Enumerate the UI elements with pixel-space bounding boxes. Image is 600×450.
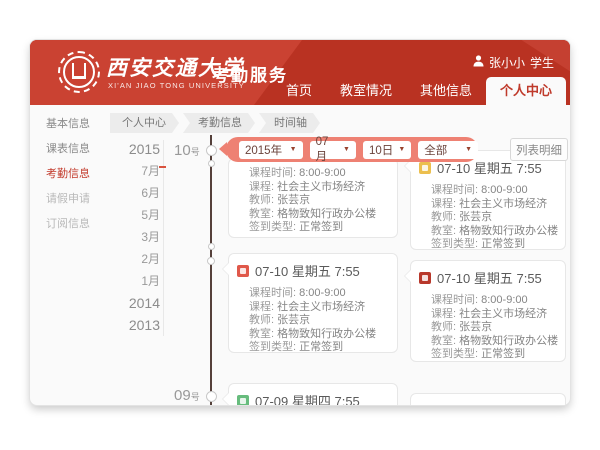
nav-personal-center[interactable]: 个人中心 [486,77,566,105]
day-marker-09: 09号 [174,387,208,405]
attendance-card[interactable] [410,393,566,405]
attendance-card[interactable]: 07-10 星期五 7:55 课程时间: 8:00-9:00 课程: 社会主义市… [228,253,398,353]
timeline-axis [210,135,212,405]
attendance-card[interactable]: 07-10 星期五 7:55 课程时间: 8:00-9:00 课程: 社会主义市… [410,260,566,362]
sidebar-item-leave-request[interactable]: 请假申请 [46,187,122,212]
sidebar-item-subscription[interactable]: 订阅信息 [46,212,122,237]
user-name: 张小小 [489,54,525,71]
year-dropdown[interactable]: 2015年▼ [239,141,303,159]
breadcrumb-attendance[interactable]: 考勤信息 [183,113,255,133]
person-icon [473,55,484,70]
chevron-down-icon: ▼ [343,146,350,153]
sidebar-item-schedule[interactable]: 课表信息 [46,137,122,162]
breadcrumb-personal-center[interactable]: 个人中心 [110,113,179,133]
timeline-nav-may[interactable]: 5月 [114,204,160,226]
nav-home[interactable]: 首页 [272,77,326,105]
day-dropdown[interactable]: 10日▼ [363,141,411,159]
timeline-dot [206,145,217,156]
day-marker-10: 10号 [174,142,208,160]
timeline-dot [207,257,215,265]
timeline-nav-feb[interactable]: 2月 [114,248,160,270]
status-stamp-icon [419,162,431,174]
nav-classrooms[interactable]: 教室情况 [326,77,406,105]
attendance-card[interactable]: 07-10 星期五 7:55 课程时间: 8:00-9:00 课程: 社会主义市… [410,150,566,250]
university-logo-icon [58,51,100,93]
month-dropdown[interactable]: 07月▼ [310,141,356,159]
current-month-tick [159,166,166,168]
timeline-nav-jan[interactable]: 1月 [114,270,160,292]
app-header: 西安交通大学 XI'AN JIAO TONG UNIVERSITY 考勤服务 张… [30,40,570,105]
timeline-nav-2013[interactable]: 2013 [114,314,160,336]
timeline-nav-jun[interactable]: 6月 [114,182,160,204]
user-info[interactable]: 张小小 学生 [473,54,554,71]
app-window: 西安交通大学 XI'AN JIAO TONG UNIVERSITY 考勤服务 张… [30,40,570,405]
main-nav: 首页 教室情况 其他信息 个人中心 [272,77,566,105]
status-stamp-icon [237,265,249,277]
breadcrumb-timeline[interactable]: 时间轴 [259,113,320,133]
chevron-down-icon: ▼ [398,146,405,153]
timeline-dot [206,391,217,402]
screen: 西安交通大学 XI'AN JIAO TONG UNIVERSITY 考勤服务 张… [0,0,600,450]
nav-other-info[interactable]: 其他信息 [406,77,486,105]
breadcrumb: 个人中心 考勤信息 时间轴 [110,113,324,133]
type-dropdown[interactable]: 全部▼ [418,141,478,159]
user-role: 学生 [530,54,554,71]
chevron-down-icon: ▼ [290,146,297,153]
timeline-nav-track [163,140,164,336]
card-title: 07-10 星期五 7:55 [437,268,542,287]
chevron-down-icon: ▼ [465,146,472,153]
status-stamp-icon [419,272,431,284]
list-detail-button[interactable]: 列表明细 [510,138,568,161]
status-stamp-icon [237,395,249,406]
timeline-nav-2015[interactable]: 2015 [114,138,160,160]
card-title: 07-10 星期五 7:55 [255,261,360,280]
timeline-nav-jul[interactable]: 7月 [114,160,160,182]
timeline-nav-2014[interactable]: 2014 [114,292,160,314]
attendance-card[interactable]: 课程时间: 8:00-9:00 课程: 社会主义市场经济 教师: 张芸京 教室:… [228,158,398,238]
timeline-dot [208,243,215,250]
timeline-dot [208,160,215,167]
timeline-year-month-nav: 2015 7月 6月 5月 3月 2月 1月 2014 2013 [114,138,160,336]
filter-pointer [219,142,227,156]
attendance-card[interactable]: 07-09 星期四 7:55 [228,383,398,405]
timeline-filter-bar: 2015年▼ 07月▼ 10日▼ 全部▼ [226,137,478,162]
card-title: 07-09 星期四 7:55 [255,391,360,405]
sidebar-item-attendance[interactable]: 考勤信息 [46,162,122,187]
timeline-nav-mar[interactable]: 3月 [114,226,160,248]
